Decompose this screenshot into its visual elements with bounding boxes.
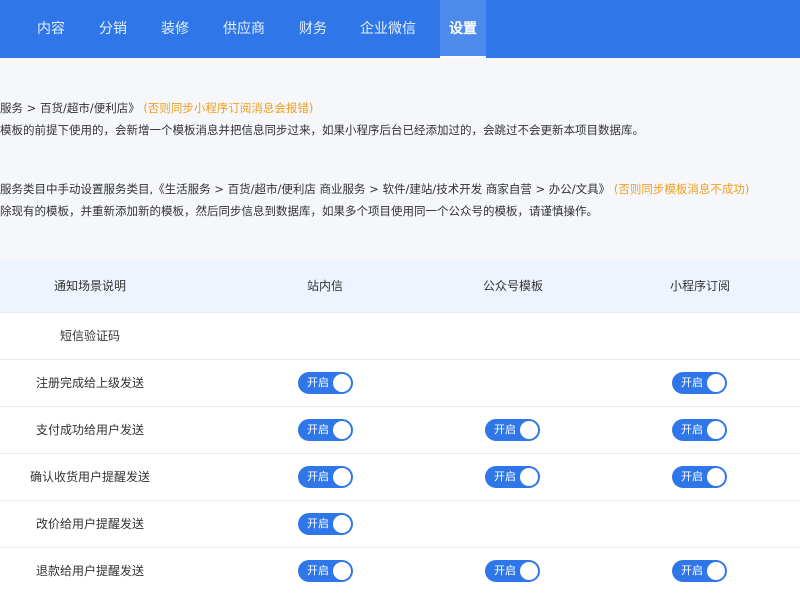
toggle-mp-template[interactable]: 开启 <box>485 560 540 582</box>
toggle-knob <box>333 515 351 533</box>
row-label: 改价给用户提醒发送 <box>35 517 144 531</box>
table-row: 退款给用户提醒发送 开启 开启 开启 <box>0 547 800 594</box>
toggle-knob <box>333 421 351 439</box>
toggle-knob <box>333 374 351 392</box>
nav-item-wecom[interactable]: 企业微信 <box>360 0 416 58</box>
header-mini-subscribe: 小程序订阅 <box>669 279 730 293</box>
toggle-site-message[interactable]: 开启 <box>298 513 353 535</box>
toggle-label: 开启 <box>494 423 516 436</box>
header-mp-template: 公众号模板 <box>482 279 543 293</box>
toggle-site-message[interactable]: 开启 <box>298 372 353 394</box>
nav-item-content[interactable]: 内容 <box>37 0 65 58</box>
table-row: 注册完成给上级发送 开启 开启 <box>0 359 800 406</box>
toggle-knob <box>520 562 538 580</box>
toggle-mini-subscribe[interactable]: 开启 <box>672 419 727 441</box>
toggle-mp-template[interactable]: 开启 <box>485 466 540 488</box>
row-label: 确认收货用户提醒发送 <box>29 470 150 484</box>
row-label: 注册完成给上级发送 <box>35 376 144 390</box>
note-line-1-text: 服务 > 百货/超市/便利店》 <box>0 101 140 115</box>
row-label: 支付成功给用户发送 <box>35 423 144 437</box>
note-line-3: 服务类目中手动设置服务类目,《生活服务 > 百货/超市/便利店 商业服务 > 软… <box>0 181 749 197</box>
toggle-knob <box>520 468 538 486</box>
note-line-3-warning: (否则同步模板消息不成功) <box>613 182 750 196</box>
toggle-label: 开启 <box>307 517 329 530</box>
notes-panel: 服务 > 百货/超市/便利店》 (否则同步小程序订阅消息会报错) 模板的前提下使… <box>0 58 800 260</box>
nav-item-decoration[interactable]: 装修 <box>161 0 189 58</box>
nav-item-finance[interactable]: 财务 <box>299 0 327 58</box>
note-line-1: 服务 > 百货/超市/便利店》 (否则同步小程序订阅消息会报错) <box>0 100 313 116</box>
toggle-mini-subscribe[interactable]: 开启 <box>672 466 727 488</box>
row-label: 短信验证码 <box>59 329 120 343</box>
toggle-knob <box>707 562 725 580</box>
toggle-label: 开启 <box>307 376 329 389</box>
note-line-2: 模板的前提下使用的，会新增一个模板消息并把信息同步过来，如果小程序后台已经添加过… <box>0 123 644 137</box>
toggle-site-message[interactable]: 开启 <box>298 419 353 441</box>
toggle-mini-subscribe[interactable]: 开启 <box>672 560 727 582</box>
nav-item-supplier[interactable]: 供应商 <box>223 0 265 58</box>
toggle-knob <box>707 421 725 439</box>
toggle-label: 开启 <box>494 564 516 577</box>
header-site-message: 站内信 <box>306 279 343 293</box>
toggle-site-message[interactable]: 开启 <box>298 466 353 488</box>
toggle-knob <box>520 421 538 439</box>
nav-item-distribution[interactable]: 分销 <box>99 0 127 58</box>
toggle-label: 开启 <box>681 423 703 436</box>
toggle-label: 开启 <box>681 470 703 483</box>
table-row: 确认收货用户提醒发送 开启 开启 开启 <box>0 453 800 500</box>
toggle-knob <box>333 562 351 580</box>
top-nav: 内容 分销 装修 供应商 财务 企业微信 设置 <box>0 0 800 58</box>
toggle-knob <box>707 374 725 392</box>
note-line-4: 除现有的模板，并重新添加新的模板，然后同步信息到数据库，如果多个项目使用同一个公… <box>0 204 598 218</box>
table-row: 支付成功给用户发送 开启 开启 开启 <box>0 406 800 453</box>
toggle-label: 开启 <box>307 423 329 436</box>
note-line-1-warning: (否则同步小程序订阅消息会报错) <box>143 101 314 115</box>
header-scene: 通知场景说明 <box>53 279 126 293</box>
table-header: 通知场景说明 站内信 公众号模板 小程序订阅 <box>0 260 800 312</box>
notification-table: 通知场景说明 站内信 公众号模板 小程序订阅 短信验证码 注册完成给上级发送 开… <box>0 260 800 600</box>
note-line-3-text: 服务类目中手动设置服务类目,《生活服务 > 百货/超市/便利店 商业服务 > 软… <box>0 182 611 196</box>
toggle-knob <box>707 468 725 486</box>
toggle-label: 开启 <box>681 564 703 577</box>
toggle-mini-subscribe[interactable]: 开启 <box>672 372 727 394</box>
nav-item-settings[interactable]: 设置 <box>440 0 486 58</box>
toggle-label: 开启 <box>681 376 703 389</box>
toggle-site-message[interactable]: 开启 <box>298 560 353 582</box>
table-row: 短信验证码 <box>0 312 800 359</box>
toggle-mp-template[interactable]: 开启 <box>485 419 540 441</box>
toggle-label: 开启 <box>307 470 329 483</box>
row-label: 退款给用户提醒发送 <box>35 564 144 578</box>
toggle-label: 开启 <box>494 470 516 483</box>
table-row: 改价给用户提醒发送 开启 <box>0 500 800 547</box>
toggle-label: 开启 <box>307 564 329 577</box>
toggle-knob <box>333 468 351 486</box>
